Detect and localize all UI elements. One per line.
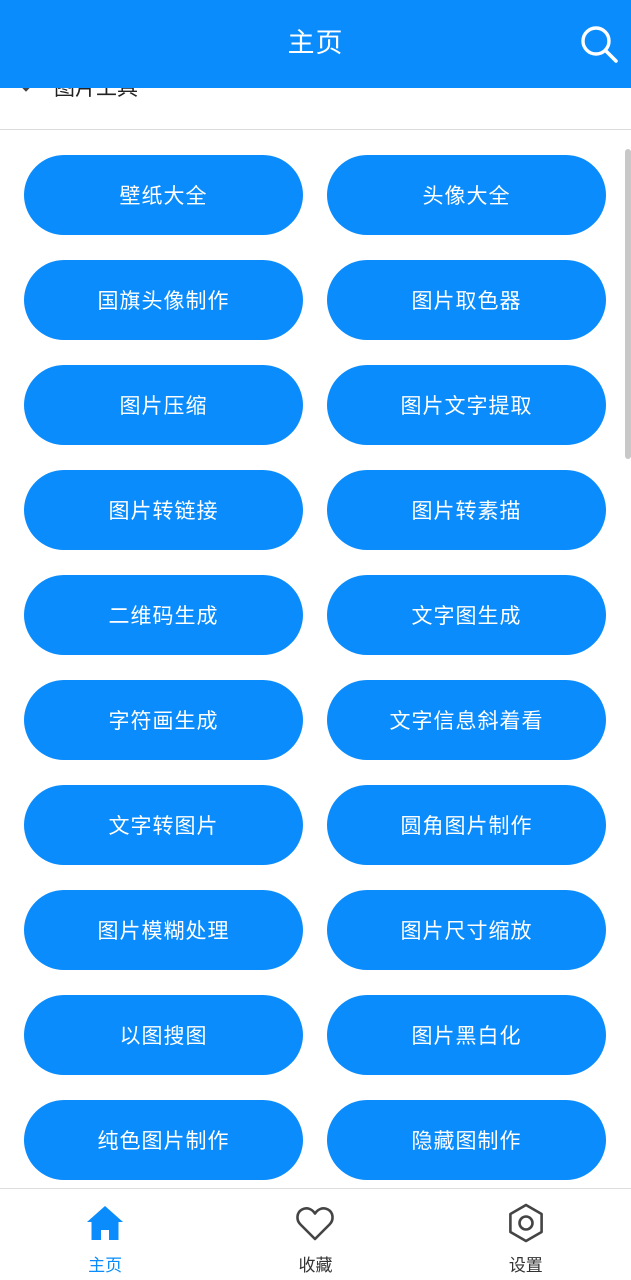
home-icon: [87, 1206, 124, 1240]
heart-icon: [296, 1207, 335, 1241]
settings-icon: [508, 1203, 543, 1243]
tool-button-text-image[interactable]: 文字图生成: [327, 575, 606, 655]
tool-button-wallpapers[interactable]: 壁纸大全: [24, 155, 303, 235]
nav-label-home: 主页: [88, 1256, 123, 1276]
tool-button-solid-color-image[interactable]: 纯色图片制作: [24, 1100, 303, 1180]
nav-item-home[interactable]: 主页: [0, 1189, 210, 1280]
tool-button-qrcode[interactable]: 二维码生成: [24, 575, 303, 655]
tool-button-slanted-text[interactable]: 文字信息斜着看: [327, 680, 606, 760]
page-title: 主页: [287, 28, 344, 59]
tool-button-image-compress[interactable]: 图片压缩: [24, 365, 303, 445]
top-app-bar: 主页: [0, 0, 631, 88]
nav-label-favorites: 收藏: [298, 1256, 333, 1276]
app-screen: 主页 图片工具 壁纸大全 头像大全 国旗头像制作 图片取色器 图片压缩 图片文字…: [0, 0, 631, 1280]
tool-button-rounded-image[interactable]: 圆角图片制作: [327, 785, 606, 865]
tool-button-hidden-image[interactable]: 隐藏图制作: [327, 1100, 606, 1180]
tool-button-reverse-image-search[interactable]: 以图搜图: [24, 995, 303, 1075]
chevron-icon: [14, 88, 38, 98]
category-header[interactable]: 图片工具: [0, 88, 631, 130]
tool-grid: 壁纸大全 头像大全 国旗头像制作 图片取色器 图片压缩 图片文字提取 图片转链接…: [24, 155, 606, 1180]
search-icon[interactable]: [579, 24, 619, 64]
tool-button-image-to-sketch[interactable]: 图片转素描: [327, 470, 606, 550]
tool-button-grayscale[interactable]: 图片黑白化: [327, 995, 606, 1075]
tool-button-ascii-art[interactable]: 字符画生成: [24, 680, 303, 760]
nav-label-settings: 设置: [508, 1256, 543, 1276]
tool-button-text-to-image[interactable]: 文字转图片: [24, 785, 303, 865]
tool-button-avatars[interactable]: 头像大全: [327, 155, 606, 235]
nav-item-settings[interactable]: 设置: [421, 1189, 631, 1280]
category-label: 图片工具: [54, 88, 138, 100]
tool-button-text-extract[interactable]: 图片文字提取: [327, 365, 606, 445]
tool-button-color-picker[interactable]: 图片取色器: [327, 260, 606, 340]
tool-button-image-resize[interactable]: 图片尺寸缩放: [327, 890, 606, 970]
bottom-navigation: 主页 收藏 设置: [0, 1188, 631, 1280]
nav-item-favorites[interactable]: 收藏: [210, 1189, 420, 1280]
tool-list-scroll-area[interactable]: 壁纸大全 头像大全 国旗头像制作 图片取色器 图片压缩 图片文字提取 图片转链接…: [0, 131, 631, 1188]
tool-button-image-blur[interactable]: 图片模糊处理: [24, 890, 303, 970]
scrollbar[interactable]: [625, 149, 631, 459]
tool-button-image-to-link[interactable]: 图片转链接: [24, 470, 303, 550]
tool-button-flag-avatar[interactable]: 国旗头像制作: [24, 260, 303, 340]
